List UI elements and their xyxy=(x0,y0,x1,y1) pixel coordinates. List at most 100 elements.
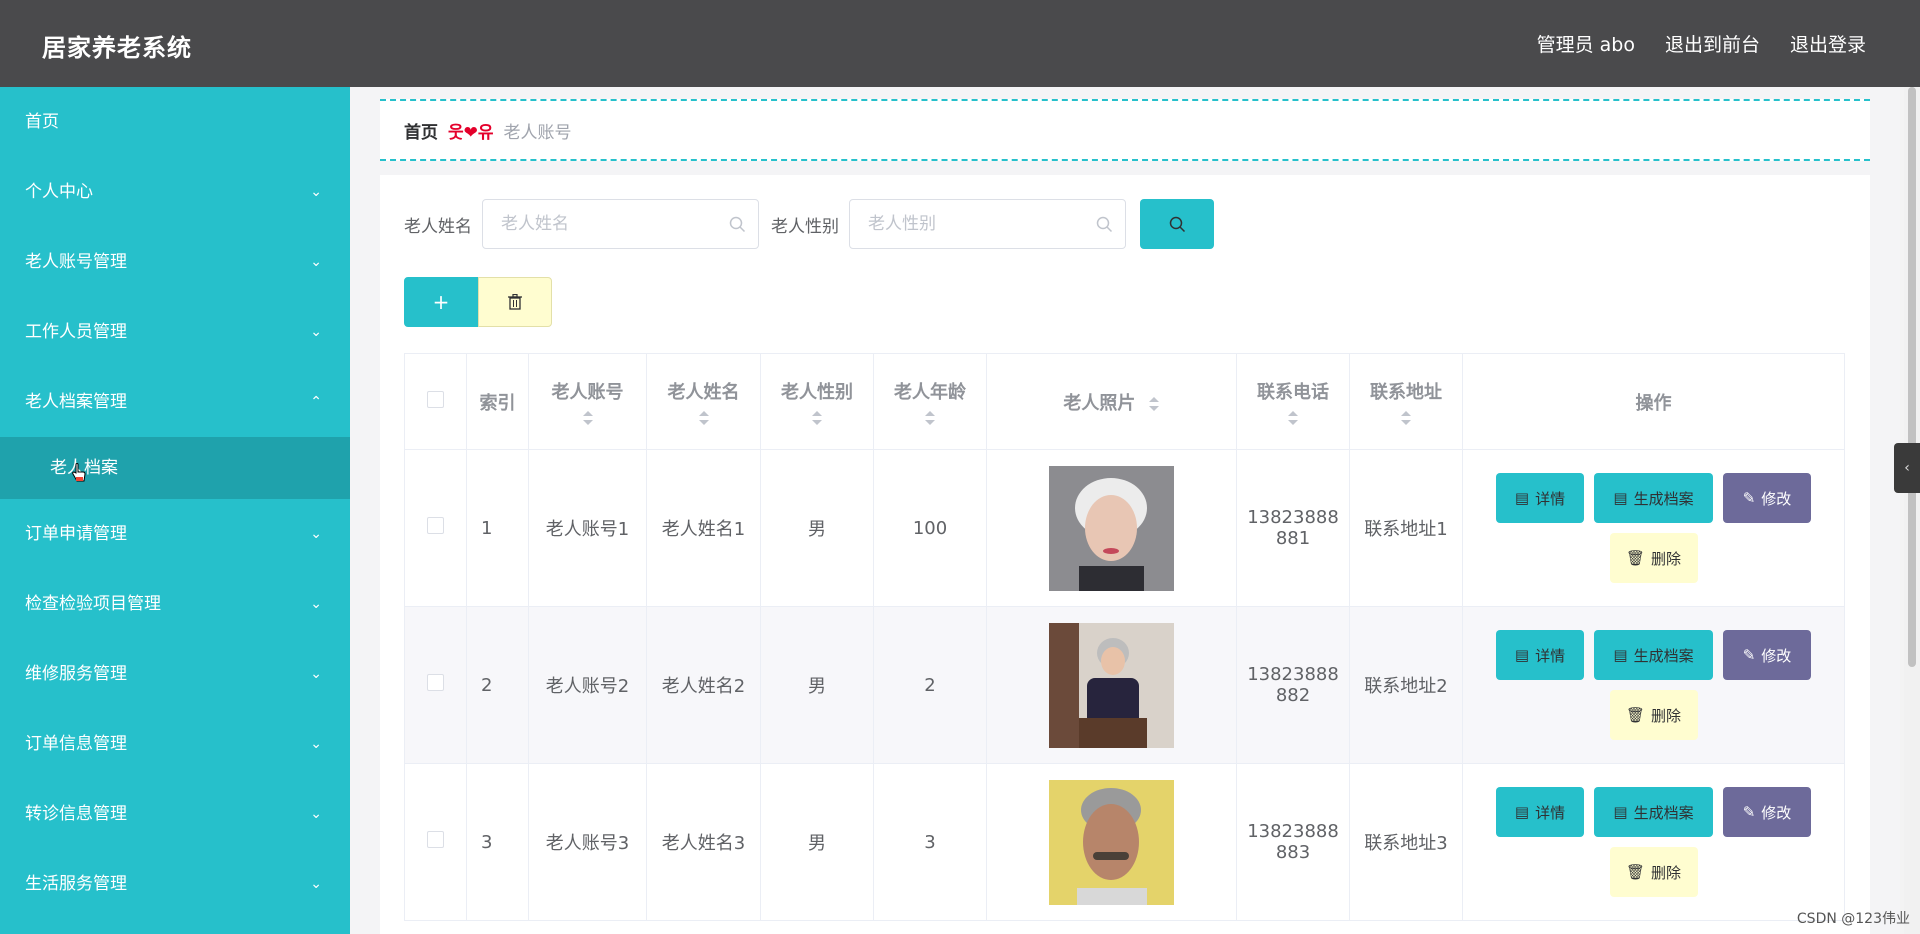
scrollbar-thumb[interactable] xyxy=(1908,87,1916,667)
cell-phone: 13823888 881 xyxy=(1236,449,1350,607)
sidebar-item-inspection-items[interactable]: 检查检验项目管理 ⌄ xyxy=(0,569,350,639)
name-search-input[interactable] xyxy=(483,200,758,248)
edit-button[interactable]: ✎ 修改 xyxy=(1723,473,1811,523)
batch-delete-button[interactable] xyxy=(478,277,552,327)
table-row: 2 老人账号2 老人姓名2 男 2 13823888 882 联系地址2 ▤ 详… xyxy=(404,606,1845,764)
sidebar-item-label: 转诊信息管理 xyxy=(25,804,127,824)
col-photo[interactable]: 老人照片 xyxy=(986,353,1237,450)
sort-icon[interactable] xyxy=(1400,410,1412,426)
edit-label: 修改 xyxy=(1761,646,1792,665)
gender-search-label: 老人性别 xyxy=(771,216,839,237)
pencil-icon: ✎ xyxy=(1742,646,1756,664)
watermark: CSDN @123伟业 xyxy=(1796,911,1910,927)
generate-archive-button[interactable]: ▤ 生成档案 xyxy=(1594,787,1713,837)
row-checkbox[interactable] xyxy=(427,517,444,534)
col-gender[interactable]: 老人性别 xyxy=(760,353,874,450)
row-checkbox[interactable] xyxy=(427,831,444,848)
pencil-icon: ✎ xyxy=(1742,489,1756,507)
sidebar-item-order-requests[interactable]: 订单申请管理 ⌄ xyxy=(0,499,350,569)
cell-index: 2 xyxy=(466,606,529,764)
detail-button[interactable]: ▤ 详情 xyxy=(1496,630,1584,680)
logout-link[interactable]: 退出登录 xyxy=(1790,30,1866,57)
col-address[interactable]: 联系地址 xyxy=(1349,353,1463,450)
cell-address: 联系地址1 xyxy=(1349,449,1463,607)
row-select-cell xyxy=(404,763,467,921)
col-name[interactable]: 老人姓名 xyxy=(646,353,761,450)
vertical-scrollbar[interactable] xyxy=(1904,87,1920,934)
delete-button[interactable]: 🗑 删除 xyxy=(1609,533,1698,583)
sidebar-item-label: 生活服务管理 xyxy=(25,874,127,894)
delete-button[interactable]: 🗑 删除 xyxy=(1609,690,1698,740)
detail-label: 详情 xyxy=(1535,646,1566,665)
sidebar-item-home[interactable]: 首页 xyxy=(0,87,350,157)
elder-photo xyxy=(1049,465,1174,591)
add-button[interactable]: + xyxy=(404,277,478,327)
sidebar-item-elder-accounts[interactable]: 老人账号管理 ⌄ xyxy=(0,227,350,297)
chevron-down-icon: ⌄ xyxy=(310,806,322,822)
generate-archive-button[interactable]: ▤ 生成档案 xyxy=(1594,630,1713,680)
document-icon: ▤ xyxy=(1514,646,1530,664)
sort-icon[interactable] xyxy=(582,410,594,426)
col-account[interactable]: 老人账号 xyxy=(528,353,647,450)
sort-icon[interactable] xyxy=(698,410,710,426)
content-panel: 老人姓名 老人性别 xyxy=(380,175,1870,934)
sidebar-item-elder-archives[interactable]: 老人档案管理 ⌃ xyxy=(0,367,350,437)
detail-button[interactable]: ▤ 详情 xyxy=(1496,787,1584,837)
sidebar-item-label: 维修服务管理 xyxy=(25,664,127,684)
pencil-icon: ✎ xyxy=(1742,803,1756,821)
delete-button[interactable]: 🗑 删除 xyxy=(1609,847,1698,897)
sort-icon[interactable] xyxy=(1148,396,1160,412)
sort-icon[interactable] xyxy=(1287,410,1299,426)
side-panel-toggle[interactable]: ‹ xyxy=(1894,443,1920,493)
sidebar-item-referral-info[interactable]: 转诊信息管理 ⌄ xyxy=(0,779,350,849)
edit-label: 修改 xyxy=(1761,489,1792,508)
col-phone[interactable]: 联系电话 xyxy=(1236,353,1350,450)
edit-button[interactable]: ✎ 修改 xyxy=(1723,787,1811,837)
cell-age: 2 xyxy=(873,606,987,764)
chevron-left-icon: ‹ xyxy=(1904,460,1910,476)
name-search-field[interactable] xyxy=(482,199,759,249)
col-account-label: 老人账号 xyxy=(551,381,624,403)
sidebar-item-staff[interactable]: 工作人员管理 ⌄ xyxy=(0,297,350,367)
sidebar-item-label: 老人档案管理 xyxy=(25,392,127,412)
chevron-down-icon: ⌄ xyxy=(310,876,322,892)
phone-line-2: 881 xyxy=(1275,528,1311,549)
trash-icon xyxy=(508,294,522,310)
exit-to-front-link[interactable]: 退出到前台 xyxy=(1665,30,1760,57)
col-age[interactable]: 老人年龄 xyxy=(873,353,987,450)
cell-address: 联系地址2 xyxy=(1349,606,1463,764)
sidebar-item-repair-service[interactable]: 维修服务管理 ⌄ xyxy=(0,639,350,709)
main-content: 首页 웃❤유 老人账号 老人姓名 老人性别 xyxy=(350,87,1900,934)
elder-photo xyxy=(1049,622,1174,748)
admin-label: 管理员 abo xyxy=(1536,34,1635,56)
sidebar-item-label: 订单申请管理 xyxy=(25,524,127,544)
detail-label: 详情 xyxy=(1535,803,1566,822)
cell-gender: 男 xyxy=(760,763,874,921)
chevron-up-icon: ⌃ xyxy=(310,394,322,410)
top-bar: 居家养老系统 管理员 abo 退出到前台 退出登录 xyxy=(0,0,1920,87)
cell-gender: 男 xyxy=(760,606,874,764)
sidebar-item-personal-center[interactable]: 个人中心 ⌄ xyxy=(0,157,350,227)
detail-button[interactable]: ▤ 详情 xyxy=(1496,473,1584,523)
sidebar-item-label: 个人中心 xyxy=(25,182,93,202)
chevron-down-icon: ⌄ xyxy=(310,324,322,340)
generate-archive-button[interactable]: ▤ 生成档案 xyxy=(1594,473,1713,523)
cell-photo xyxy=(986,449,1237,607)
delete-label: 删除 xyxy=(1651,863,1682,882)
row-checkbox[interactable] xyxy=(427,674,444,691)
select-all-checkbox[interactable] xyxy=(427,390,444,408)
cell-phone: 13823888 883 xyxy=(1236,763,1350,921)
sidebar-item-order-info[interactable]: 订单信息管理 ⌄ xyxy=(0,709,350,779)
sidebar-item-life-service[interactable]: 生活服务管理 ⌄ xyxy=(0,849,350,919)
action-buttons: + xyxy=(404,277,552,327)
search-button[interactable] xyxy=(1140,199,1214,249)
sort-icon[interactable] xyxy=(924,410,936,426)
sidebar-subitem-elder-archive[interactable]: 老人档案 xyxy=(0,437,350,499)
sort-icon[interactable] xyxy=(811,410,823,426)
edit-label: 修改 xyxy=(1761,803,1792,822)
breadcrumb-home[interactable]: 首页 xyxy=(404,118,438,143)
detail-label: 详情 xyxy=(1535,489,1566,508)
gender-search-input[interactable] xyxy=(850,200,1125,248)
edit-button[interactable]: ✎ 修改 xyxy=(1723,630,1811,680)
gender-search-field[interactable] xyxy=(849,199,1126,249)
